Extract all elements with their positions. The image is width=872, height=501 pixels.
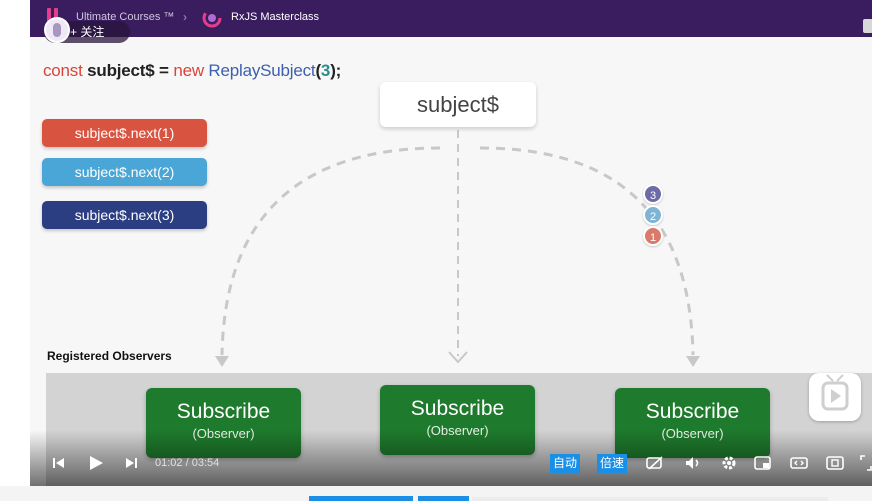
- fullscreen-icon[interactable]: [860, 455, 872, 471]
- play-icon[interactable]: [88, 455, 104, 471]
- subscribe-title: Subscribe: [410, 397, 505, 420]
- time-separator: /: [182, 457, 192, 469]
- duration: 03:54: [191, 457, 220, 469]
- arrow-middle-icon: [448, 351, 468, 364]
- below-player-button-secondary[interactable]: [418, 496, 469, 501]
- mini-player-button[interactable]: [809, 373, 861, 421]
- arc-left: [220, 146, 441, 356]
- subscribe-title: Subscribe: [176, 400, 271, 423]
- next-call-2: subject$.next(2): [42, 158, 207, 186]
- next-call-3: subject$.next(3): [42, 201, 207, 229]
- widescreen-icon[interactable]: [790, 455, 808, 471]
- auto-quality-button[interactable]: 自动: [550, 454, 581, 473]
- previous-icon[interactable]: [52, 456, 66, 470]
- video-player[interactable]: Ultimate Courses ™ › RxJS Masterclass + …: [30, 0, 872, 486]
- arc-right: [479, 146, 695, 356]
- below-player-button-primary[interactable]: [309, 496, 413, 501]
- playback-speed-button[interactable]: 倍速: [597, 454, 628, 473]
- next-call-1: subject$.next(1): [42, 119, 207, 147]
- next-icon[interactable]: [124, 456, 138, 470]
- tv-play-icon: [821, 374, 849, 411]
- settings-gear-icon[interactable]: [720, 455, 738, 471]
- danmaku-off-icon[interactable]: [646, 455, 664, 471]
- volume-icon[interactable]: [684, 455, 702, 471]
- arrow-left-icon: [215, 356, 229, 367]
- web-fullscreen-icon[interactable]: [826, 455, 844, 471]
- buffered-value-3: 3: [643, 184, 663, 204]
- current-time: 01:02: [155, 457, 183, 469]
- buffered-value-1: 1: [643, 226, 663, 246]
- arrow-right-icon: [686, 356, 700, 367]
- below-player-input[interactable]: [472, 497, 828, 501]
- picture-in-picture-icon[interactable]: [754, 455, 772, 471]
- buffered-value-2: 2: [643, 205, 663, 225]
- subscribe-title: Subscribe: [645, 400, 740, 423]
- subject-node: subject$: [380, 82, 536, 127]
- registered-observers-label: Registered Observers: [47, 349, 172, 363]
- playback-time: 01:02 / 03:54: [155, 457, 219, 469]
- uploader-avatar[interactable]: [44, 17, 70, 43]
